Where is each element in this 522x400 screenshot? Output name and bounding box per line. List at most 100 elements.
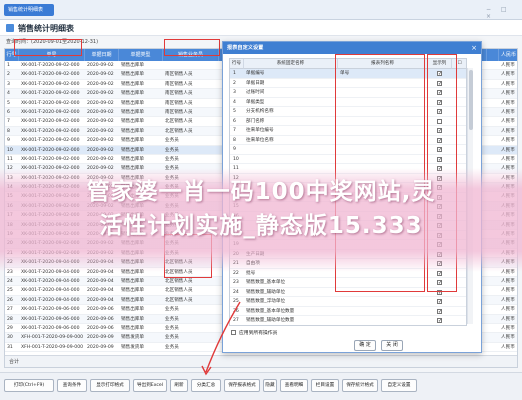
dialog-row[interactable]: 23 销售数量_基本单位 ✓: [230, 278, 466, 288]
toolbar-button[interactable]: 分类汇总: [191, 379, 221, 392]
table-cell: XK-001-T-2020-09-04-000: [21, 297, 80, 303]
dialog-cell-n: 23: [233, 280, 239, 285]
annotation-arrow: [201, 301, 241, 376]
dialog-cell-fixed: 分支机构名称: [246, 109, 274, 114]
dialog-row[interactable]: 7 往来单位编号 ✓: [230, 126, 466, 136]
table-cell: XK-001-T-2020-09-04-000: [21, 288, 80, 294]
table-cell: 26: [7, 297, 13, 303]
table-cell: 北区销售人员: [165, 297, 193, 303]
dialog-row[interactable]: 4 单据类型 ✓: [230, 98, 466, 107]
table-cell: 2020-09-06: [87, 316, 114, 322]
close-button[interactable]: 关 闭: [381, 340, 403, 351]
dialog-cell-fixed: 销售数量_辅助单位数量: [246, 318, 295, 323]
show-column-checkbox[interactable]: ✓: [437, 128, 442, 134]
grid-column-header[interactable]: 人民币: [499, 49, 517, 61]
dialog-cell-fixed: 销售数量_基本单位数量: [246, 308, 295, 314]
show-column-checkbox[interactable]: ✓: [437, 289, 442, 295]
show-column-checkbox[interactable]: ✓: [437, 308, 442, 314]
dialog-cell-fixed: 单据类型: [246, 99, 265, 105]
dialog-row[interactable]: 9 ✓: [230, 145, 466, 155]
grid-column-header[interactable]: 单号: [19, 49, 85, 61]
table-cell: 销售出库单: [121, 128, 144, 134]
show-column-checkbox[interactable]: ✓: [437, 71, 442, 77]
scrollbar-thumb[interactable]: [469, 70, 473, 130]
window-controls[interactable]: − □ ×: [486, 6, 516, 20]
grid-column-header[interactable]: 行号: [5, 49, 19, 61]
table-cell: 业务员: [165, 344, 179, 350]
page-title: 销售统计明细表: [18, 24, 74, 33]
toolbar-button[interactable]: 显示打印格式: [90, 379, 130, 392]
table-cell: 人民币: [501, 81, 515, 87]
table-cell: 2020-09-04: [87, 278, 114, 284]
grid-column-header[interactable]: 销售业务员: [163, 49, 219, 61]
show-column-checkbox[interactable]: ✓: [437, 80, 442, 86]
show-column-checkbox[interactable]: ✓: [437, 318, 442, 324]
show-column-checkbox[interactable]: ✓: [437, 109, 442, 115]
toolbar-button[interactable]: 查询条件: [57, 379, 87, 392]
table-cell: 南区销售人员: [165, 100, 193, 106]
table-cell: XK-001-T-2020-09-06-000: [21, 325, 80, 331]
dialog-row[interactable]: 27 销售数量_辅助单位数量 ✓: [230, 316, 466, 325]
toolbar-button[interactable]: 栏目设置: [311, 379, 339, 392]
dialog-row[interactable]: 8 往来单位名称 ✓: [230, 136, 466, 145]
table-cell: 2020-09-02: [87, 147, 114, 153]
table-cell: XK-001-T-2020-09-02-000: [21, 147, 80, 153]
dialog-row[interactable]: 2 单据日期 ✓: [230, 79, 466, 88]
close-icon[interactable]: ×: [471, 42, 477, 54]
table-cell: 2020-09-02: [87, 81, 114, 87]
title-bar: 销售统计明细表 − □ ×: [0, 0, 522, 20]
dialog-cell-fixed: 销售数量_浮动单位: [246, 299, 286, 304]
show-column-checkbox[interactable]: ✓: [437, 147, 442, 153]
dialog-row[interactable]: 26 销售数量_基本单位数量 ✓: [230, 307, 466, 316]
toolbar-button[interactable]: 保存报表格式: [224, 379, 260, 392]
show-column-checkbox[interactable]: ✓: [437, 299, 442, 305]
table-cell: 业务员: [165, 307, 179, 313]
show-column-checkbox[interactable]: ✓: [437, 137, 442, 143]
table-cell: 人民币: [501, 72, 515, 78]
dialog-row[interactable]: 24 销售数量_辅助单位 ✓: [230, 288, 466, 297]
toolbar-button[interactable]: 导出到Excel: [133, 379, 167, 392]
report-tab[interactable]: 销售统计明细表: [4, 4, 54, 16]
dialog-row[interactable]: 3 过账时间 ✓: [230, 88, 466, 98]
watermark-band: 管家婆一肖一码100中奖网站,灵 活性计划实施_静态版15.333: [0, 168, 522, 272]
dialog-column-header: 行号: [230, 59, 244, 69]
toolbar-button[interactable]: 隐藏: [263, 379, 277, 392]
dialog-cell-fixed: 往来单位编号: [246, 128, 274, 133]
dialog-cell-fixed: 销售数量_基本单位: [246, 280, 286, 285]
toolbar-button[interactable]: 保存统计格式: [342, 379, 378, 392]
app-window: 销售统计明细表 − □ × 销售统计明细表 查询时间：(2020-09-01至2…: [0, 0, 522, 400]
toolbar-button[interactable]: 刷新: [170, 379, 188, 392]
table-cell: XK-001-T-2020-09-02-000: [21, 128, 80, 134]
toolbar-button[interactable]: 打印(Ctrl+F9): [4, 379, 54, 392]
table-cell: 8: [7, 128, 10, 134]
show-column-checkbox[interactable]: ✓: [437, 99, 442, 105]
table-cell: 销售出库单: [121, 288, 144, 294]
grid-column-header[interactable]: 单据日期: [85, 49, 119, 61]
show-column-checkbox[interactable]: ✓: [437, 90, 442, 96]
show-column-checkbox[interactable]: [437, 118, 442, 124]
table-cell: 业务员: [165, 335, 179, 341]
show-column-checkbox[interactable]: ✓: [437, 280, 442, 286]
table-cell: 人民币: [501, 297, 515, 303]
toolbar-button[interactable]: 自定义设置: [381, 379, 417, 392]
table-cell: XK-001-T-2020-09-02-000: [21, 156, 80, 162]
grid-column-header[interactable]: 单据类型: [119, 49, 163, 61]
table-cell: XK-001-T-2020-09-02-000: [21, 63, 80, 68]
table-cell: 销售出库单: [121, 63, 144, 68]
table-cell: 南区销售人员: [165, 91, 193, 97]
dialog-row[interactable]: 25 销售数量_浮动单位 ✓: [230, 297, 466, 307]
dialog-row[interactable]: 6 部门名称: [230, 117, 466, 126]
ok-button[interactable]: 确 定: [354, 340, 376, 351]
show-column-checkbox[interactable]: ✓: [437, 156, 442, 162]
dialog-row[interactable]: 10 ✓: [230, 155, 466, 164]
table-cell: 人民币: [501, 119, 515, 125]
toolbar-button[interactable]: 查看明细: [280, 379, 308, 392]
dialog-cell-name[interactable]: 单号: [340, 69, 349, 78]
table-cell: 销售发货单: [121, 344, 144, 350]
table-cell: 人民币: [501, 307, 515, 313]
dialog-row[interactable]: 1 单据编号 单号 ✓: [230, 69, 466, 79]
grid-column-header[interactable]: [487, 49, 499, 61]
table-cell: 10: [7, 147, 13, 153]
dialog-row[interactable]: 5 分支机构名称 ✓: [230, 107, 466, 117]
table-cell: 人民币: [501, 147, 515, 153]
